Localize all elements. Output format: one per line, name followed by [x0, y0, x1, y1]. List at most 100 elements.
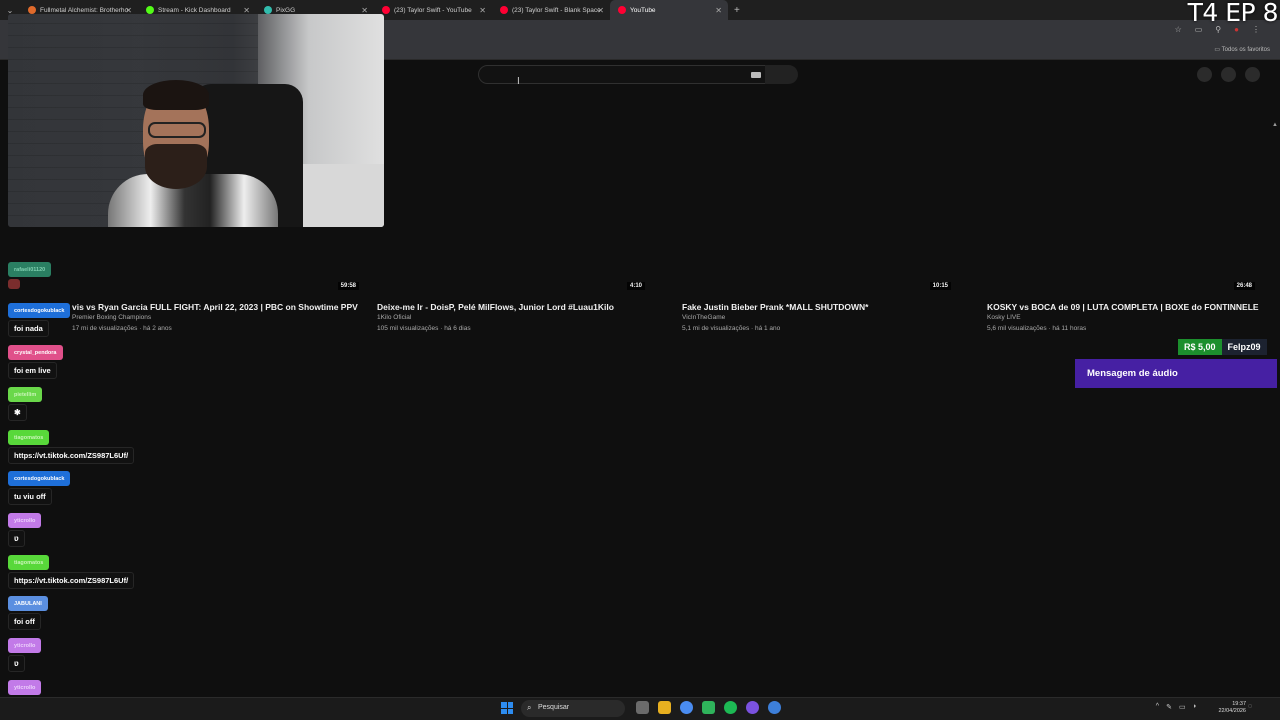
- chat-message: tiagomatos https://vt.tiktok.com/ZS987L6…: [8, 551, 135, 589]
- video-duration: 10:15: [929, 282, 951, 290]
- video-meta: 5,6 mil visualizações · há 11 horas: [987, 325, 1087, 332]
- tab-favicon-icon: [264, 6, 272, 14]
- video-channel[interactable]: VicInTheGame: [682, 314, 725, 321]
- task-view-icon[interactable]: [636, 701, 649, 714]
- tab-favicon-icon: [618, 6, 626, 14]
- steam-icon[interactable]: [768, 701, 781, 714]
- video-title[interactable]: Deixe-me Ir - DoisP, Pelé MilFlows, Juni…: [377, 302, 614, 312]
- clock-time: 19:37: [1232, 701, 1246, 707]
- youtube-header-actions: [1197, 67, 1260, 82]
- chat-message: rafaeli01120: [8, 258, 52, 277]
- chat-message: [8, 276, 20, 294]
- file-explorer-icon[interactable]: [658, 701, 671, 714]
- chrome-icon[interactable]: [680, 701, 693, 714]
- donation-user: Felpz09: [1221, 339, 1267, 355]
- chat-username: crystal_pendora: [8, 345, 63, 360]
- notifications-icon[interactable]: [1221, 67, 1236, 82]
- video-duration: 26:48: [1233, 282, 1255, 290]
- tab-close-icon[interactable]: ✕: [479, 6, 486, 15]
- chat-message: yticrollo ʋ: [8, 634, 42, 672]
- clock-date: 22/04/2026: [1218, 708, 1246, 714]
- clock[interactable]: 19:37 22/04/2026: [1218, 701, 1246, 715]
- keyboard-icon[interactable]: [751, 72, 761, 78]
- network-icon[interactable]: ▭: [1179, 703, 1186, 711]
- webcam-streamer-hair: [143, 80, 209, 110]
- chat-message: JABULANI foi off: [8, 592, 48, 630]
- chat-message: pietellim ✱: [8, 383, 43, 421]
- chat-message: crystal_pendora foi em live: [8, 341, 63, 379]
- chat-username: cortesdogokublack: [8, 471, 71, 486]
- tab-close-icon[interactable]: ✕: [597, 6, 604, 15]
- create-icon[interactable]: [1197, 67, 1212, 82]
- search-button[interactable]: [765, 65, 798, 84]
- volume-icon[interactable]: ◗: [1193, 703, 1197, 711]
- chat-text: foi nada: [8, 320, 49, 337]
- pen-icon[interactable]: ✎: [1166, 703, 1172, 711]
- chat-link[interactable]: https://vt.tiktok.com/ZS987L6Uf/: [8, 572, 135, 589]
- video-meta: 17 mi de visualizações · há 2 anos: [72, 325, 172, 332]
- tab-label: (23) Taylor Swift - YouTube: [394, 6, 472, 14]
- chat-text: foi em live: [8, 362, 57, 379]
- notification-icon[interactable]: ◌: [1248, 703, 1252, 711]
- taskbar-apps: [636, 701, 781, 714]
- chat-username: JABULANI: [8, 596, 48, 611]
- chat-username: rafaeli01120: [8, 262, 52, 277]
- taskbar-search[interactable]: ⌕ Pesquisar: [521, 700, 625, 717]
- emote-icon: ʋ: [8, 655, 25, 672]
- tab-label: YouTube: [630, 6, 656, 14]
- spotify-icon[interactable]: [724, 701, 737, 714]
- chat-username: yticrollo: [8, 513, 42, 528]
- scroll-up-icon[interactable]: ▲: [1272, 122, 1278, 128]
- tab-favicon-icon: [500, 6, 508, 14]
- all-bookmarks-link[interactable]: ▭ Todos os favoritos: [1214, 46, 1270, 53]
- chat-message: tiagomatos https://vt.tiktok.com/ZS987L6…: [8, 426, 135, 464]
- webcam-streamer-glasses: [148, 122, 206, 138]
- tab-youtube[interactable]: YouTube ✕: [610, 0, 728, 20]
- search-input[interactable]: [478, 65, 766, 84]
- chat-text: foi off: [8, 613, 41, 630]
- tab-label: Stream - Kick Dashboard: [158, 6, 231, 14]
- emote-icon: ✱: [8, 404, 27, 421]
- chat-text: tu viu off: [8, 488, 52, 505]
- donation-amount: R$ 5,00: [1178, 339, 1222, 355]
- video-title[interactable]: Fake Justin Bieber Prank *MALL SHUTDOWN*: [682, 302, 868, 312]
- video-title[interactable]: vis vs Ryan Garcia FULL FIGHT: April 22,…: [72, 302, 358, 312]
- chat-message: cortesdogokublack foi nada: [8, 299, 71, 337]
- chat-username: pietellim: [8, 387, 43, 402]
- chat-username: cortesdogokublack: [8, 303, 71, 318]
- star-icon[interactable]: ☆: [1175, 25, 1182, 34]
- tab-favicon-icon: [382, 6, 390, 14]
- video-channel[interactable]: Kosky LIVE: [987, 314, 1021, 321]
- chat-link[interactable]: https://vt.tiktok.com/ZS987L6Uf/: [8, 447, 135, 464]
- chat-username: yticrollo: [8, 680, 42, 695]
- windows-start-icon[interactable]: [501, 702, 513, 714]
- emote-icon: ʋ: [8, 530, 25, 547]
- tab-close-icon[interactable]: ✕: [715, 6, 722, 15]
- video-title[interactable]: KOSKY vs BOCA de 09 | LUTA COMPLETA | BO…: [987, 302, 1259, 312]
- tab-favicon-icon: [28, 6, 36, 14]
- emote-icon: [8, 279, 20, 289]
- tab-taylor-swift-youtube[interactable]: (23) Taylor Swift - YouTube ✕: [374, 0, 492, 20]
- webcam-shelf: [303, 164, 384, 227]
- chat-username: tiagomatos: [8, 555, 50, 570]
- tab-label: PixGG: [276, 6, 296, 14]
- video-channel[interactable]: Premier Boxing Champions: [72, 314, 151, 321]
- app-icon[interactable]: [702, 701, 715, 714]
- tab-favicon-icon: [146, 6, 154, 14]
- search-icon: ⌕: [527, 703, 532, 712]
- episode-label: T4 EP 8: [1187, 0, 1279, 27]
- webcam-overlay: [8, 14, 384, 227]
- new-tab-icon[interactable]: +: [734, 5, 740, 16]
- chat-message: yticrollo ʋ: [8, 509, 42, 547]
- taskbar: ⌕ Pesquisar ^ ✎ ▭ ◗ ◌ 19:37 22/04/2026: [0, 697, 1280, 720]
- avatar[interactable]: [1245, 67, 1260, 82]
- video-channel[interactable]: 1Kilo Oficial: [377, 314, 411, 321]
- chat-username: yticrollo: [8, 638, 42, 653]
- taskbar-search-label: Pesquisar: [538, 704, 570, 711]
- all-bookmarks-label: Todos os favoritos: [1221, 47, 1270, 53]
- video-meta: 5,1 mi de visualizações · há 1 ano: [682, 325, 781, 332]
- tab-blank-space[interactable]: (23) Taylor Swift - Blank Space ✕: [492, 0, 610, 20]
- chevron-up-icon[interactable]: ^: [1156, 703, 1159, 711]
- discord-icon[interactable]: [746, 701, 759, 714]
- donation-message-type: Mensagem de áudio: [1075, 359, 1277, 388]
